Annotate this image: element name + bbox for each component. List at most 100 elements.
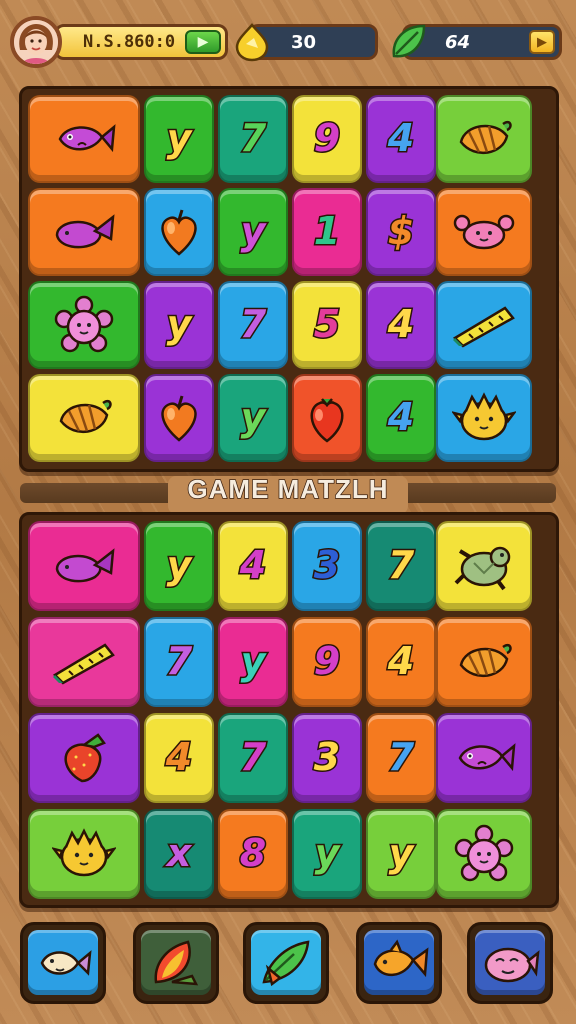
leaves-value: 64 <box>445 31 471 53</box>
player-avatar[interactable] <box>10 16 62 68</box>
money-value: N.S.860:0 <box>83 32 176 52</box>
tile[interactable]: 7 <box>218 713 288 803</box>
tile-symbol: 7 <box>238 735 267 780</box>
tile-symbol: 9 <box>312 639 341 684</box>
top-game-board: y 7 9 4 y 1 $ y 7 5 4 y 4 <box>19 86 559 472</box>
tile[interactable]: 4 <box>218 521 288 611</box>
tile-symbol: 9 <box>312 116 341 161</box>
powerup-button[interactable] <box>28 930 98 995</box>
tile[interactable]: $ <box>366 188 436 276</box>
tile-symbol: 7 <box>238 116 267 161</box>
tile[interactable] <box>28 617 140 707</box>
game-title: GAME MATZLH <box>187 473 389 505</box>
tile[interactable] <box>28 188 140 276</box>
powerup-button[interactable] <box>141 930 211 995</box>
gems-value: 30 <box>291 31 317 53</box>
add-money-button[interactable]: ▶ <box>185 30 221 54</box>
tile[interactable] <box>436 809 532 899</box>
tile-symbol: y <box>165 543 193 588</box>
powerup-button[interactable] <box>475 930 545 995</box>
tile[interactable]: y <box>292 809 362 899</box>
tile[interactable] <box>436 95 532 183</box>
tile[interactable]: 9 <box>292 95 362 183</box>
tile[interactable]: y <box>366 809 436 899</box>
tile[interactable]: y <box>218 617 288 707</box>
tile[interactable]: y <box>218 188 288 276</box>
tile[interactable]: 4 <box>144 713 214 803</box>
tile[interactable]: y <box>218 374 288 462</box>
tile-symbol: 7 <box>386 735 415 780</box>
tile-symbol: $ <box>386 209 415 254</box>
tile[interactable]: 7 <box>218 281 288 369</box>
tile[interactable]: 1 <box>292 188 362 276</box>
tile-symbol: 3 <box>312 735 341 780</box>
top-hud: N.S.860:0 ▶ 30 64 ▶ <box>10 14 566 70</box>
powerup-slot[interactable] <box>133 922 219 1004</box>
tile[interactable] <box>436 374 532 462</box>
tile-symbol: 7 <box>238 302 267 347</box>
tile[interactable]: 4 <box>366 281 436 369</box>
tile[interactable]: 4 <box>366 617 436 707</box>
powerup-button[interactable] <box>251 930 321 995</box>
tile-symbol: y <box>239 395 267 440</box>
tile[interactable]: 7 <box>218 95 288 183</box>
tile[interactable]: 5 <box>292 281 362 369</box>
tile[interactable]: 4 <box>366 374 436 462</box>
powerup-slot[interactable] <box>20 922 106 1004</box>
tile[interactable]: 3 <box>292 713 362 803</box>
tile-symbol: 4 <box>164 735 193 780</box>
powerup-slot[interactable] <box>243 922 329 1004</box>
bottom-game-board: y4377y944737x8yy <box>19 512 559 908</box>
tile-symbol: 1 <box>312 209 341 254</box>
tile-symbol: 8 <box>238 831 267 876</box>
tile[interactable]: 7 <box>366 521 436 611</box>
tile-symbol: 3 <box>312 543 341 588</box>
tile-symbol: y <box>239 209 267 254</box>
tile-symbol: 4 <box>238 543 267 588</box>
tile[interactable] <box>436 188 532 276</box>
gem-drop-icon <box>235 23 269 62</box>
tile[interactable] <box>436 281 532 369</box>
tile[interactable] <box>28 521 140 611</box>
tile[interactable] <box>436 521 532 611</box>
tile[interactable]: x <box>144 809 214 899</box>
tile[interactable] <box>292 374 362 462</box>
tile[interactable]: 8 <box>218 809 288 899</box>
add-leaves-button[interactable]: ▶ <box>529 30 555 54</box>
tile[interactable]: 3 <box>292 521 362 611</box>
tile-symbol: 4 <box>386 116 415 161</box>
tile[interactable]: y <box>144 521 214 611</box>
tile[interactable]: y <box>144 95 214 183</box>
tile-symbol: 4 <box>386 395 415 440</box>
powerup-slot[interactable] <box>467 922 553 1004</box>
tile-symbol: x <box>165 831 193 876</box>
tile[interactable]: 4 <box>366 95 436 183</box>
powerup-button[interactable] <box>364 930 434 995</box>
tile-symbol: y <box>165 302 193 347</box>
tile-symbol: 7 <box>386 543 415 588</box>
tile[interactable] <box>28 713 140 803</box>
powerup-slot[interactable] <box>356 922 442 1004</box>
tile-symbol: y <box>239 639 267 684</box>
money-counter: N.S.860:0 ▶ <box>54 24 228 60</box>
tile[interactable] <box>28 95 140 183</box>
tile[interactable] <box>28 281 140 369</box>
leaf-icon <box>392 24 426 58</box>
tile-symbol: y <box>387 831 415 876</box>
tile[interactable]: 7 <box>144 617 214 707</box>
tile[interactable] <box>436 713 532 803</box>
tile-symbol: 4 <box>386 639 415 684</box>
tile[interactable]: 7 <box>366 713 436 803</box>
tile-symbol: 7 <box>164 639 193 684</box>
tile[interactable]: y <box>144 281 214 369</box>
tile-symbol: y <box>165 116 193 161</box>
tile[interactable]: 9 <box>292 617 362 707</box>
tile[interactable] <box>144 188 214 276</box>
tile[interactable] <box>28 809 140 899</box>
tile-symbol: 5 <box>312 302 341 347</box>
tile[interactable] <box>28 374 140 462</box>
tile[interactable] <box>144 374 214 462</box>
tile-symbol: 4 <box>386 302 415 347</box>
tile[interactable] <box>436 617 532 707</box>
tile-symbol: y <box>313 831 341 876</box>
